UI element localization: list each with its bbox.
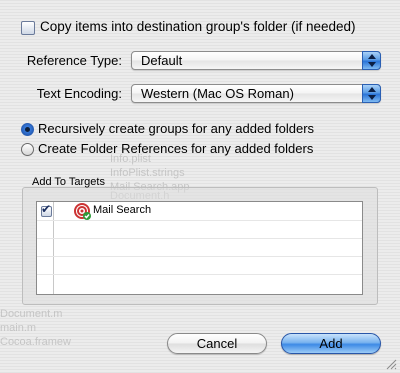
reference-type-value: Default xyxy=(141,53,183,68)
application-target-icon xyxy=(74,203,91,220)
column-separator xyxy=(53,202,54,294)
checkmark-icon: ✔ xyxy=(41,202,52,216)
table-gridline xyxy=(37,274,362,275)
text-encoding-value: Western (Mac OS Roman) xyxy=(141,86,294,101)
table-gridline xyxy=(37,256,362,257)
recursive-groups-radio[interactable] xyxy=(21,123,34,136)
targets-table[interactable]: ✔ Mail Search xyxy=(36,201,363,295)
table-gridline xyxy=(37,238,362,239)
reference-type-label: Reference Type: xyxy=(26,53,122,68)
ghost-text: main.m xyxy=(0,322,37,334)
add-to-targets-title: Add To Targets xyxy=(32,176,105,188)
folder-references-radio[interactable] xyxy=(21,143,34,156)
copy-items-label[interactable]: Copy items into destination group's fold… xyxy=(40,19,356,34)
ghost-text: Document.m xyxy=(0,308,63,320)
ghost-text: Cocoa.framew xyxy=(0,336,71,348)
copy-items-checkbox[interactable] xyxy=(21,21,35,35)
recursive-groups-label[interactable]: Recursively create groups for any added … xyxy=(38,121,314,136)
add-button[interactable]: Add xyxy=(281,333,381,354)
cancel-button[interactable]: Cancel xyxy=(167,333,267,354)
text-encoding-label: Text Encoding: xyxy=(36,86,122,101)
popup-arrows-icon xyxy=(362,84,381,103)
popup-arrows-icon xyxy=(362,51,381,70)
folder-references-label[interactable]: Create Folder References for any added f… xyxy=(38,141,313,156)
text-encoding-popup[interactable]: Western (Mac OS Roman) xyxy=(131,84,381,103)
ghost-text: InfoPlist.strings xyxy=(110,167,185,179)
resize-grip-icon[interactable] xyxy=(386,359,397,370)
target-name: Mail Search xyxy=(93,204,152,216)
reference-type-popup[interactable]: Default xyxy=(131,51,381,70)
